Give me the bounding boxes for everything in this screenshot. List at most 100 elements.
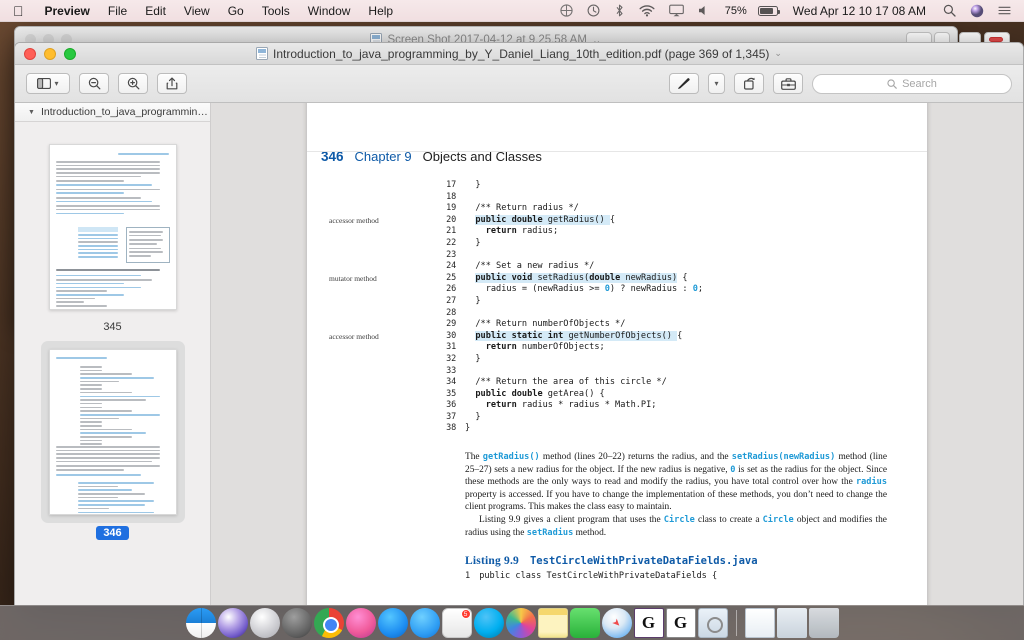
markup-toolbar-button[interactable] <box>773 73 803 94</box>
markup-pen-button[interactable] <box>669 73 699 94</box>
line-number: 36 <box>446 400 456 411</box>
notification-center-icon[interactable] <box>991 4 1018 17</box>
dock-item-downloads-folder[interactable] <box>776 608 807 638</box>
margin-note <box>321 389 439 390</box>
dock-item-graphic-converter[interactable]: G <box>633 608 664 638</box>
wifi-icon[interactable] <box>632 4 662 17</box>
preview-window[interactable]: Introduction_to_java_programming_by_Y_Da… <box>14 42 1024 605</box>
mail-badge-count: 5 <box>460 609 471 619</box>
thumbnail-shell-345[interactable] <box>41 136 185 318</box>
menu-bar-clock[interactable]: Wed Apr 12 10 17 08 AM <box>785 4 936 18</box>
inline-code-setradius: setRadius(newRadius) <box>731 452 836 463</box>
sidebar-view-button[interactable]: ▾ <box>26 73 70 94</box>
airplay-icon[interactable] <box>662 4 691 17</box>
dock-item-notes[interactable] <box>537 608 568 638</box>
dock-item-siri[interactable] <box>217 608 248 638</box>
search-input[interactable]: Search <box>812 73 1012 94</box>
code-text: return radius * radius * Math.PI; <box>485 400 657 411</box>
zoom-out-button[interactable] <box>79 73 109 94</box>
menu-item-view[interactable]: View <box>175 4 219 18</box>
search-icon[interactable] <box>936 4 963 17</box>
dock-item-system-preferences[interactable] <box>281 608 312 638</box>
listing-label: Listing 9.9 <box>465 555 519 567</box>
inline-code-zero: 0 <box>730 464 736 475</box>
dock-item-app-store[interactable] <box>377 608 408 638</box>
page-thumbnail-345[interactable] <box>48 144 177 310</box>
menu-item-preview[interactable]: Preview <box>36 4 99 18</box>
dropbox-icon[interactable] <box>553 4 580 17</box>
line-number: 19 <box>446 203 456 214</box>
share-button[interactable] <box>157 73 187 94</box>
list-item[interactable]: 346 <box>15 341 210 540</box>
line-number: 17 <box>446 180 456 190</box>
thumbnail-shell-346[interactable] <box>40 341 185 523</box>
code-text: public double getArea() { <box>475 388 605 399</box>
page-content: 346 Chapter 9 Objects and Classes 17 } 1… <box>307 103 927 581</box>
sidebar-header[interactable]: ▼ Introduction_to_java_programmin… <box>15 103 210 122</box>
siri-icon[interactable] <box>963 4 991 18</box>
margin-note <box>321 412 439 413</box>
line-number: 29 <box>446 319 456 330</box>
markup-options-chevron-button[interactable]: ▾ <box>708 73 725 94</box>
menu-item-tools[interactable]: Tools <box>253 4 299 18</box>
margin-note: mutator method <box>329 273 377 283</box>
window-titlebar[interactable]: Introduction_to_java_programming_by_Y_Da… <box>15 43 1023 65</box>
line-number: 33 <box>446 365 456 376</box>
apple-menu-icon[interactable]:  <box>0 4 36 18</box>
code-row: 22 } <box>321 238 901 250</box>
chevron-down-icon[interactable]: ▾ <box>54 79 58 88</box>
zoom-button[interactable] <box>64 47 76 60</box>
code-text: } <box>465 353 481 364</box>
rotate-button[interactable] <box>734 73 764 94</box>
dock-item-chrome[interactable] <box>313 608 344 638</box>
zoom-in-button[interactable] <box>118 73 148 94</box>
time-machine-icon[interactable] <box>580 4 607 17</box>
running-indicator-dot <box>455 637 458 638</box>
menu-item-go[interactable]: Go <box>219 4 253 18</box>
line-number: 27 <box>446 295 456 306</box>
dock-item-safari[interactable] <box>601 608 632 638</box>
line-number: 20 <box>446 214 456 225</box>
dock-item-grapher[interactable]: G <box>665 608 696 638</box>
code-text: /** Return the area of this circle */ <box>465 377 667 388</box>
menu-item-window[interactable]: Window <box>299 4 360 18</box>
running-indicator-dot <box>647 637 650 638</box>
minimize-button[interactable] <box>44 47 56 60</box>
dock-item-messages[interactable] <box>409 608 440 638</box>
volume-icon[interactable] <box>691 4 717 17</box>
menu-item-help[interactable]: Help <box>359 4 402 18</box>
margin-note <box>321 238 439 239</box>
line-number: 25 <box>446 272 456 283</box>
margin-note <box>321 308 439 309</box>
menu-item-edit[interactable]: Edit <box>136 4 175 18</box>
dock-item-finder[interactable] <box>185 608 216 638</box>
thumbnail-list[interactable]: 345 346 <box>15 122 210 605</box>
line-number: 35 <box>446 388 456 399</box>
menu-item-file[interactable]: File <box>99 4 136 18</box>
code-text: } <box>465 180 481 190</box>
title-chevron-down-icon[interactable]: ⌄ <box>774 48 782 59</box>
dock-item-mail[interactable]: 5 <box>441 608 472 638</box>
page-thumbnail-346[interactable] <box>48 349 177 515</box>
document-scroll-area[interactable]: 346 Chapter 9 Objects and Classes 17 } 1… <box>211 103 1023 605</box>
chevron-down-icon[interactable]: ▾ <box>714 79 718 88</box>
dock-item-itunes[interactable] <box>345 608 376 638</box>
list-item[interactable]: 345 <box>15 136 210 333</box>
dock-item-facetime[interactable] <box>569 608 600 638</box>
disclosure-triangle-icon[interactable]: ▼ <box>28 109 35 116</box>
battery-icon[interactable] <box>751 5 785 16</box>
code-text: public static int getNumberOfObjects() { <box>475 330 683 341</box>
thumbnail-page-number: 345 <box>103 321 122 333</box>
bluetooth-icon[interactable] <box>607 4 632 17</box>
dock-item-trash[interactable] <box>808 608 839 638</box>
listing-filename: TestCircleWithPrivateDataFields.java <box>529 555 758 568</box>
dock-item-skype[interactable] <box>473 608 504 638</box>
traffic-lights[interactable] <box>15 47 76 60</box>
dock-item-photos[interactable] <box>505 608 536 638</box>
dock-item-preview[interactable] <box>697 608 728 638</box>
dock-item-document[interactable] <box>744 608 775 638</box>
dock-item-launchpad[interactable] <box>249 608 280 638</box>
margin-note <box>321 319 439 320</box>
close-button[interactable] <box>24 47 36 60</box>
